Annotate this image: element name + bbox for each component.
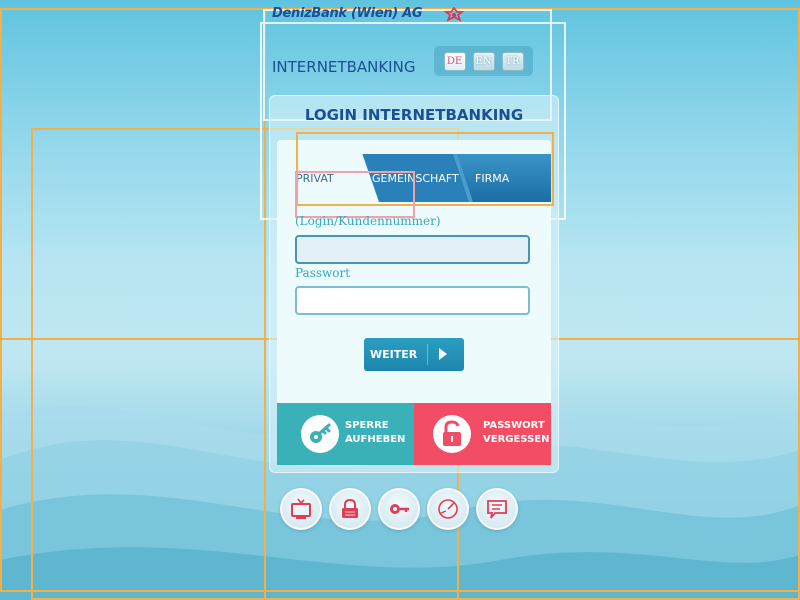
lock-button[interactable] — [329, 488, 371, 530]
action-icon-circle — [433, 415, 471, 453]
brand-logo-icon — [444, 7, 464, 22]
unlocked-padlock-icon — [443, 420, 461, 446]
key-icon — [390, 504, 409, 514]
key-button[interactable] — [378, 488, 420, 530]
weiter-button[interactable]: WEITER — [364, 338, 464, 371]
forgot-label-line2: VERGESSEN — [483, 434, 550, 445]
speedometer-button[interactable] — [427, 488, 469, 530]
language-switcher: DE EN TR — [434, 46, 533, 76]
password-field[interactable] — [295, 286, 530, 315]
customer-number-field[interactable] — [295, 235, 530, 264]
chat-button[interactable] — [476, 488, 518, 530]
lock-icon — [342, 498, 358, 518]
unlock-label-line1: SPERRE — [345, 420, 389, 431]
tv-icon — [291, 498, 311, 519]
customer-number-label: (Login/Kundennummer) — [295, 214, 441, 228]
lang-tr-button[interactable]: TR — [501, 51, 524, 71]
tv-button[interactable] — [280, 488, 322, 530]
forgot-label-line1: PASSWORT — [483, 420, 545, 431]
speedometer-icon — [438, 499, 458, 519]
tab-gemeinschaft[interactable]: GEMEINSCHAFT — [372, 172, 459, 185]
brand-name: DenizBank (Wien) AG — [272, 6, 423, 21]
tab-firma[interactable]: FIRMA — [475, 172, 509, 185]
weiter-label: WEITER — [370, 348, 418, 361]
chat-icon — [487, 500, 507, 519]
forgot-password-button[interactable]: PASSWORT VERGESSEN — [414, 403, 551, 465]
password-label: Passwort — [295, 266, 351, 280]
unlock-account-button[interactable]: SPERRE AUFHEBEN — [277, 403, 414, 465]
forgot-label: PASSWORT VERGESSEN — [483, 419, 549, 447]
tab-privat[interactable]: PRIVAT — [296, 172, 334, 185]
page-title: INTERNETBANKING — [272, 58, 416, 76]
login-title: LOGIN INTERNETBANKING — [304, 106, 524, 124]
key-icon — [310, 423, 331, 443]
divider — [427, 344, 428, 365]
unlock-label: SPERRE AUFHEBEN — [345, 419, 405, 447]
play-arrow-icon — [439, 348, 447, 360]
lang-de-button[interactable]: DE — [443, 51, 466, 71]
unlock-label-line2: AUFHEBEN — [345, 434, 406, 445]
action-icon-circle — [301, 415, 339, 453]
lang-en-button[interactable]: EN — [472, 51, 495, 71]
